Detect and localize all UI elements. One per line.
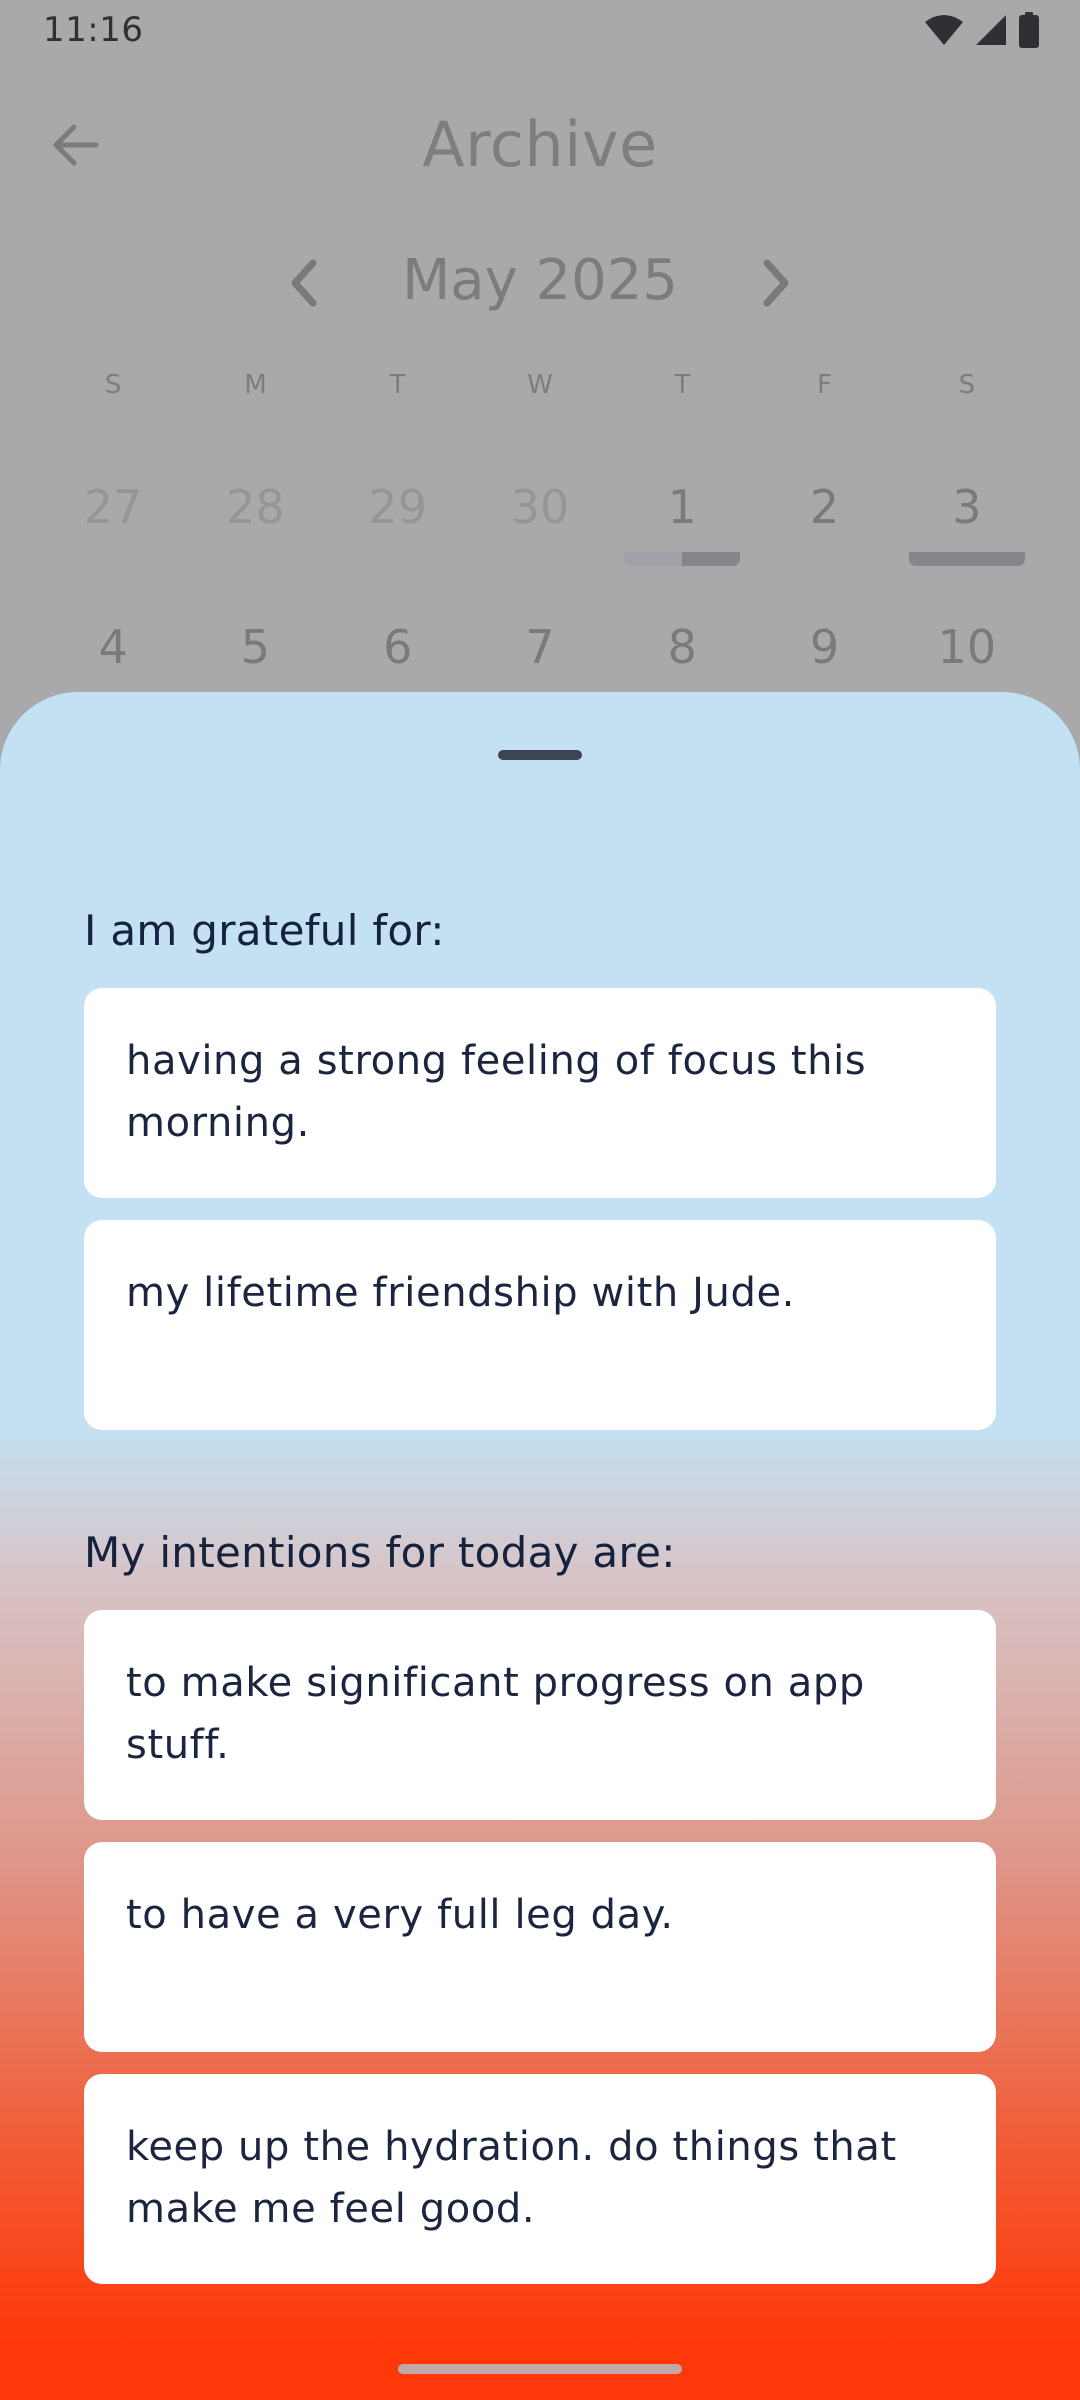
calendar-week: 4 5 6 7 8 9 10 <box>42 620 1038 690</box>
day-number: 5 <box>240 620 271 674</box>
intention-entry-card[interactable]: to have a very full leg day. <box>84 1842 996 2052</box>
intention-entry-card[interactable]: to make significant progress on app stuf… <box>84 1610 996 1820</box>
day-number: 7 <box>525 620 555 674</box>
day-entry-bottom-sheet: I am grateful for: having a strong feeli… <box>0 692 1080 2400</box>
home-indicator[interactable] <box>398 2364 682 2374</box>
day-number: 10 <box>937 620 997 674</box>
day-number: 6 <box>383 620 413 674</box>
calendar-day[interactable]: 1 <box>611 480 753 590</box>
chevron-right-icon <box>761 259 793 311</box>
gratitude-section-title: I am grateful for: <box>84 906 445 955</box>
day-number: 30 <box>510 480 570 534</box>
app-header: Archive <box>0 90 1080 200</box>
status-bar: 11:16 <box>0 0 1080 60</box>
calendar-day[interactable]: 30 <box>469 480 611 590</box>
gratitude-entry-card[interactable]: my lifetime friendship with Jude. <box>84 1220 996 1430</box>
day-number: 8 <box>667 620 697 674</box>
cellular-signal-icon <box>974 13 1008 47</box>
calendar-day[interactable]: 2 <box>753 480 895 590</box>
weekday-header: S M T W T F S <box>42 370 1038 410</box>
drag-handle[interactable] <box>498 750 582 760</box>
weekday-label: F <box>817 370 833 400</box>
day-number: 3 <box>952 480 982 534</box>
weekday-label: W <box>527 370 553 400</box>
month-label: May 2025 <box>401 248 679 313</box>
weekday-label: S <box>958 370 976 400</box>
wifi-icon <box>924 13 964 47</box>
day-number: 29 <box>368 480 427 534</box>
page-title: Archive <box>422 108 658 181</box>
entry-progress-bar <box>908 552 1025 566</box>
day-number: 28 <box>226 480 285 534</box>
month-navigation: May 2025 <box>0 240 1080 330</box>
intentions-section-title: My intentions for today are: <box>84 1528 676 1577</box>
calendar-day[interactable]: 8 <box>611 620 753 690</box>
day-number: 9 <box>809 620 840 674</box>
calendar-day[interactable]: 9 <box>753 620 895 690</box>
gratitude-entry-card[interactable]: having a strong feeling of focus this mo… <box>84 988 996 1198</box>
next-month-button[interactable] <box>742 250 812 320</box>
calendar-day[interactable]: 7 <box>469 620 611 690</box>
status-icons <box>924 12 1040 48</box>
weekday-label: T <box>674 370 691 400</box>
entry-text: to make significant progress on app stuf… <box>126 1660 865 1768</box>
calendar-day[interactable]: 5 <box>184 620 326 690</box>
calendar-day[interactable]: 27 <box>42 480 184 590</box>
calendar-week: 27 28 29 30 1 2 3 <box>42 480 1038 590</box>
day-number: 4 <box>98 620 128 674</box>
weekday-label: S <box>104 370 122 400</box>
entry-text: to have a very full leg day. <box>126 1892 674 1938</box>
calendar-day[interactable]: 3 <box>896 480 1038 590</box>
entry-text: my lifetime friendship with Jude. <box>126 1270 795 1316</box>
calendar-day[interactable]: 4 <box>42 620 184 690</box>
intention-entry-card[interactable]: keep up the hydration. do things that ma… <box>84 2074 996 2284</box>
calendar-day[interactable]: 6 <box>327 620 469 690</box>
entry-text: keep up the hydration. do things that ma… <box>126 2124 897 2232</box>
weekday-label: M <box>244 370 267 400</box>
status-time: 11:16 <box>43 10 144 50</box>
weekday-label: T <box>389 370 406 400</box>
entry-progress-bar <box>624 552 741 566</box>
entry-text: having a strong feeling of focus this mo… <box>126 1038 867 1146</box>
calendar-day[interactable]: 10 <box>896 620 1038 690</box>
day-number: 2 <box>809 480 840 534</box>
battery-icon <box>1018 12 1040 48</box>
day-number: 27 <box>83 480 143 534</box>
calendar-day[interactable]: 28 <box>184 480 326 590</box>
calendar-day[interactable]: 29 <box>327 480 469 590</box>
day-number: 1 <box>667 480 697 534</box>
